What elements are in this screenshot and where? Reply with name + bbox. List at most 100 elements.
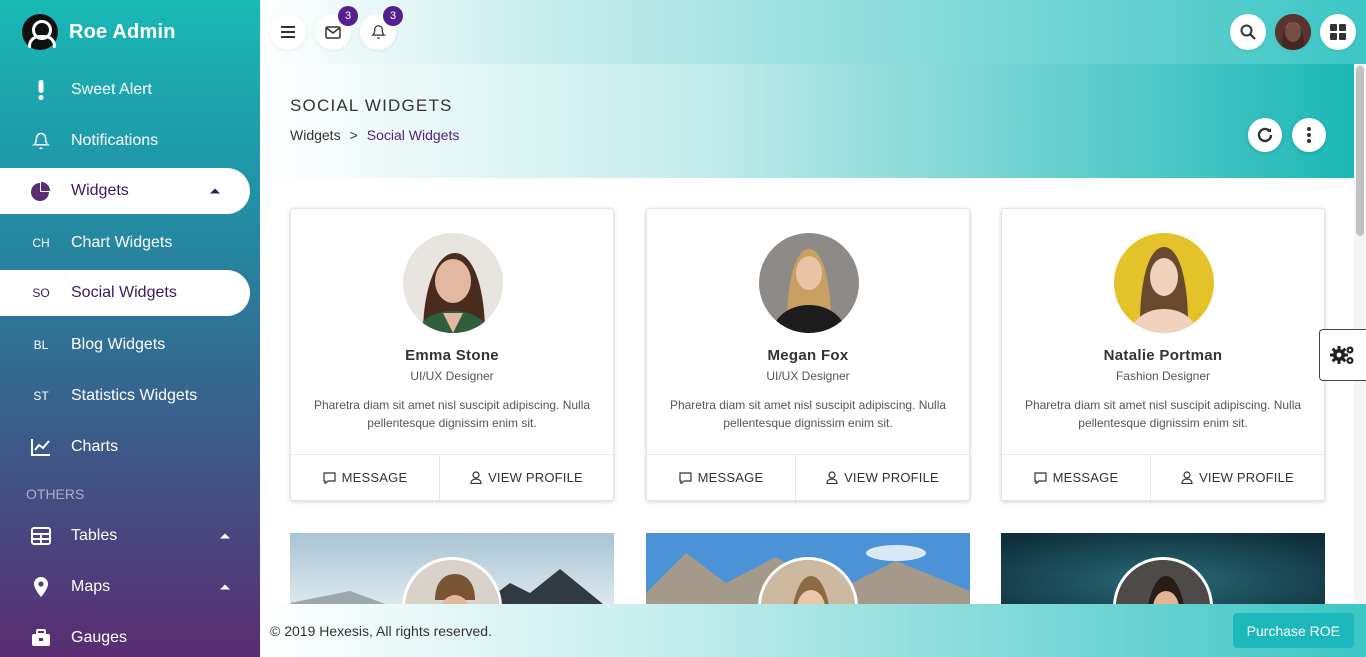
profile-actions: MESSAGE VIEW PROFILE (647, 454, 969, 500)
caret-up-icon (220, 533, 230, 538)
sidebar-item-label: Gauges (71, 628, 128, 646)
sidebar-item-label: Sweet Alert (71, 80, 152, 98)
view-profile-label: VIEW PROFILE (488, 470, 583, 485)
scrollbar-thumb[interactable] (1356, 66, 1364, 236)
sidebar-item-label: Charts (71, 437, 119, 455)
toolbox-icon (30, 628, 52, 647)
messages-button[interactable]: 3 (315, 6, 358, 50)
profile-description: Pharetra diam sit amet nisl suscipit adi… (313, 398, 591, 430)
purchase-button[interactable]: Purchase ROE (1232, 613, 1354, 648)
bell-icon (370, 25, 386, 39)
refresh-button[interactable] (1248, 118, 1282, 152)
cover-profile-card (1001, 533, 1325, 604)
profile-card: Emma Stone UI/UX Designer Pharetra diam … (290, 208, 614, 501)
menu-toggle-button[interactable] (270, 14, 306, 50)
apps-button[interactable] (1320, 14, 1356, 50)
sidebar-item-widgets[interactable]: Widgets (0, 168, 250, 214)
gears-icon (1330, 346, 1354, 364)
brand[interactable]: Roe Admin (0, 0, 260, 64)
sidebar-item-tables[interactable]: Tables (0, 510, 260, 561)
breadcrumb-separator: > (349, 127, 358, 143)
copyright-text: © 2019 Hexesis, All rights reserved. (270, 623, 492, 639)
view-profile-button[interactable]: VIEW PROFILE (1150, 455, 1324, 500)
sidebar-item-chart-widgets[interactable]: CH Chart Widgets (0, 217, 260, 268)
avatar-photo-icon (1275, 14, 1311, 50)
notifications-button[interactable]: 3 (360, 6, 403, 50)
theme-settings-button[interactable] (1319, 329, 1366, 381)
sidebar-item-label: Notifications (71, 131, 159, 149)
message-label: MESSAGE (1052, 470, 1119, 485)
breadcrumb: Widgets > Social Widgets (290, 127, 459, 143)
sidebar-item-label: Blog Widgets (71, 335, 166, 353)
map-pin-icon (30, 576, 52, 597)
messages-badge: 3 (338, 6, 358, 26)
user-avatar[interactable] (1275, 14, 1311, 50)
more-options-button[interactable] (1292, 118, 1326, 152)
user-icon (1181, 471, 1193, 484)
profile-description: Pharetra diam sit amet nisl suscipit adi… (669, 398, 947, 430)
sidebar-item-maps[interactable]: Maps (0, 561, 260, 612)
sidebar-item-label: Chart Widgets (71, 233, 173, 251)
profile-description: Pharetra diam sit amet nisl suscipit adi… (1024, 398, 1302, 430)
cover-profile-card (290, 533, 614, 604)
user-icon (826, 471, 838, 484)
profile-actions: MESSAGE VIEW PROFILE (291, 454, 613, 500)
breadcrumb-current: Social Widgets (366, 127, 460, 143)
view-profile-label: VIEW PROFILE (844, 470, 939, 485)
breadcrumb-root[interactable]: Widgets (290, 127, 341, 143)
sidebar-item-label: Tables (71, 526, 118, 544)
profile-role: UI/UX Designer (766, 369, 850, 383)
sidebar-item-label: Statistics Widgets (71, 386, 198, 404)
cover-profile-card (646, 533, 970, 604)
kebab-menu-icon (1307, 127, 1311, 143)
notifications-badge: 3 (383, 6, 403, 26)
topbar: 3 3 (260, 0, 1366, 64)
message-button[interactable]: MESSAGE (1002, 455, 1150, 500)
sidebar-item-label: Social Widgets (71, 284, 177, 301)
message-button[interactable]: MESSAGE (291, 455, 439, 500)
page-header: SOCIAL WIDGETS Widgets > Social Widgets (260, 64, 1354, 178)
footer: © 2019 Hexesis, All rights reserved. Pur… (260, 604, 1366, 657)
line-chart-icon (30, 438, 52, 456)
message-label: MESSAGE (697, 470, 764, 485)
sidebar-item-notifications[interactable]: Notifications (0, 115, 260, 166)
avatar-photo-icon (759, 233, 859, 333)
message-label: MESSAGE (341, 470, 408, 485)
chat-icon (1034, 471, 1047, 484)
sidebar-item-sweet-alert[interactable]: Sweet Alert (0, 64, 260, 115)
message-button[interactable]: MESSAGE (647, 455, 795, 500)
view-profile-label: VIEW PROFILE (1199, 470, 1294, 485)
search-button[interactable] (1230, 14, 1266, 50)
chat-icon (323, 471, 336, 484)
profile-avatar (403, 233, 503, 333)
avatar-photo-icon (403, 233, 503, 333)
sidebar-item-abbr: CH (32, 235, 50, 250)
sidebar-item-social-widgets[interactable]: SO Social Widgets (0, 270, 250, 316)
page-title: SOCIAL WIDGETS (290, 96, 453, 115)
profile-avatar (759, 233, 859, 333)
avatar-photo-icon (1114, 233, 1214, 333)
content-area: Emma Stone UI/UX Designer Pharetra diam … (260, 178, 1354, 604)
profile-name: Megan Fox (767, 347, 849, 364)
caret-up-icon (220, 584, 230, 589)
view-profile-button[interactable]: VIEW PROFILE (795, 455, 969, 500)
brand-name: Roe Admin (69, 20, 176, 43)
bell-icon (30, 132, 52, 150)
view-profile-button[interactable]: VIEW PROFILE (439, 455, 613, 500)
sidebar-item-label: Maps (71, 577, 111, 595)
profile-avatar (1114, 233, 1214, 333)
profile-name: Emma Stone (405, 347, 499, 364)
grid-icon (1330, 24, 1346, 40)
sidebar-item-abbr: BL (33, 337, 49, 352)
sidebar-item-statistics-widgets[interactable]: ST Statistics Widgets (0, 370, 260, 421)
profile-card: Megan Fox UI/UX Designer Pharetra diam s… (646, 208, 970, 501)
sidebar-item-gauges[interactable]: Gauges (0, 612, 260, 657)
sidebar-item-charts[interactable]: Charts (0, 421, 260, 472)
sidebar-item-blog-widgets[interactable]: BL Blog Widgets (0, 319, 260, 370)
chat-icon (679, 471, 692, 484)
sidebar: Roe Admin Sweet Alert Notifications Widg… (0, 0, 260, 657)
sidebar-section-others: OTHERS (26, 486, 85, 502)
hamburger-icon (281, 26, 295, 38)
caret-up-icon (210, 188, 220, 194)
refresh-icon (1257, 127, 1273, 143)
